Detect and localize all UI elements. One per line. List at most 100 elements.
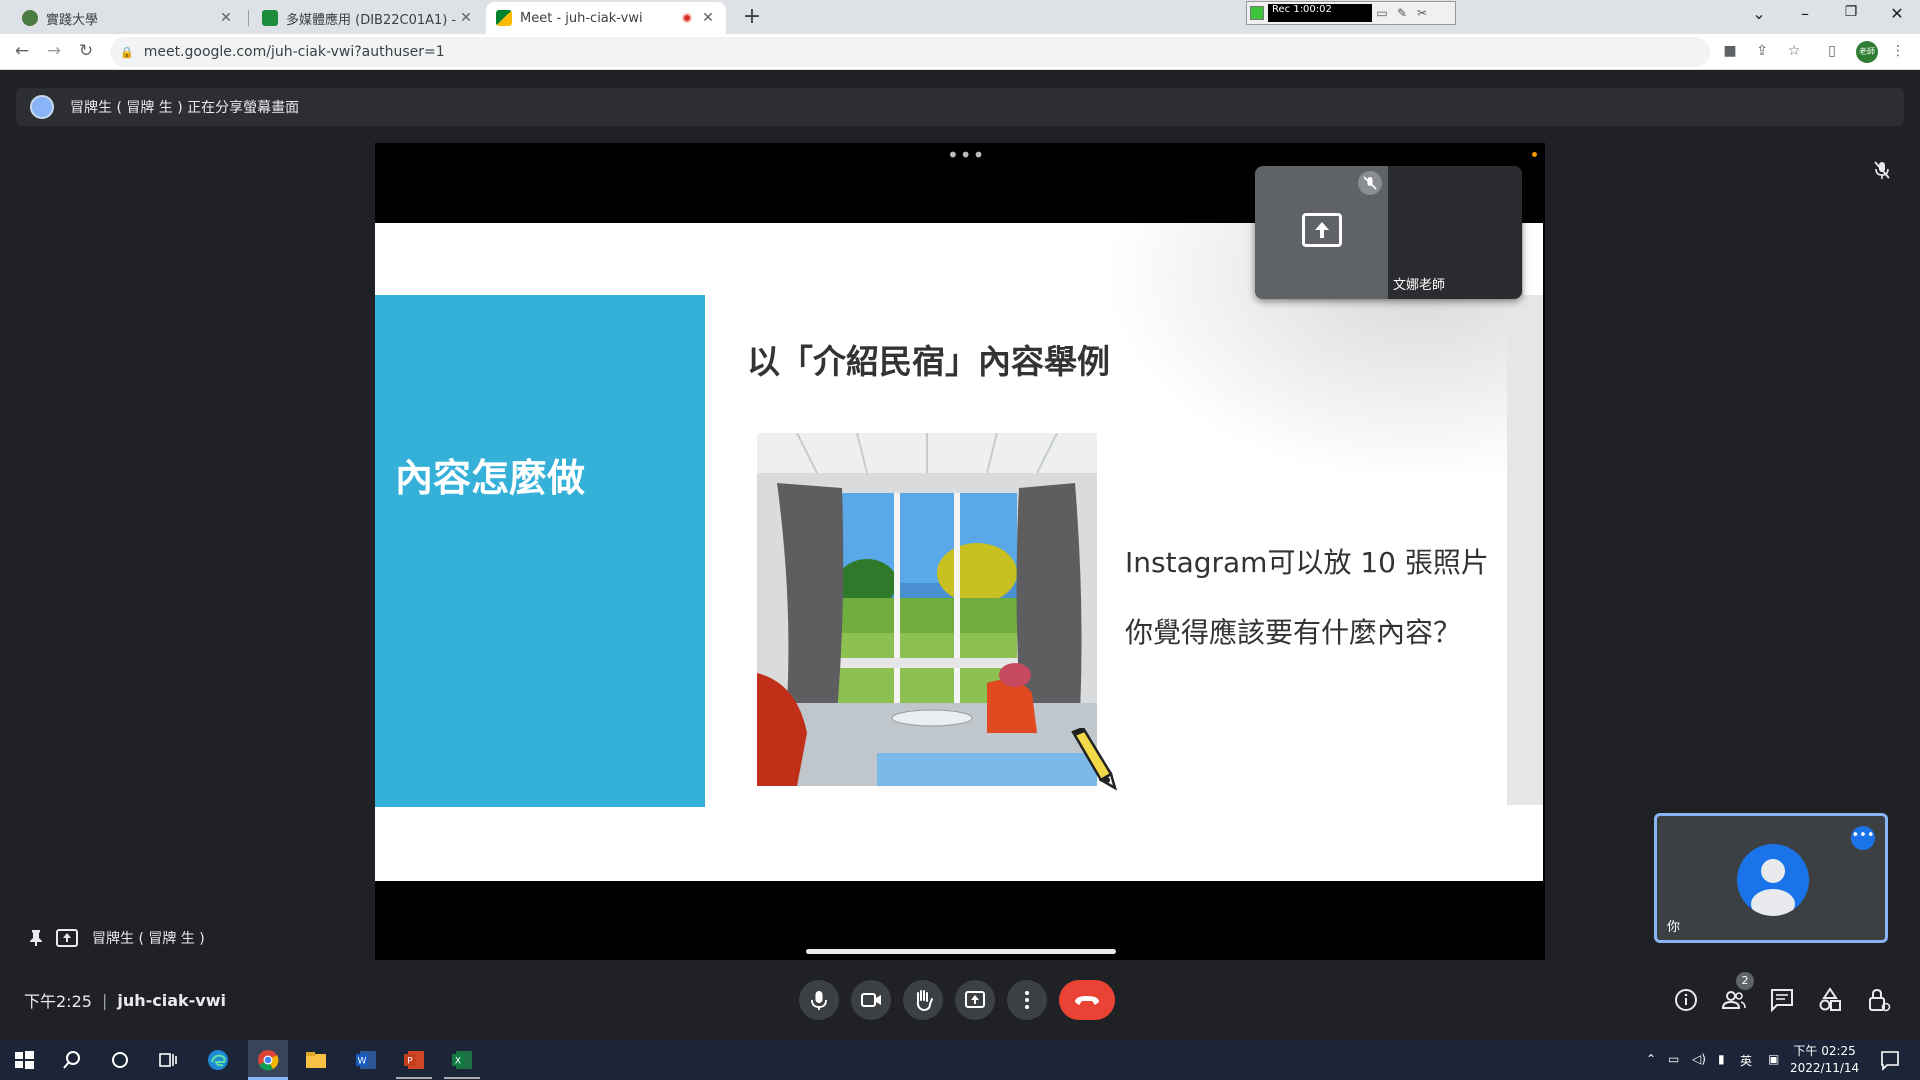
file-explorer-icon[interactable] (304, 1048, 328, 1072)
more-options-button[interactable] (1007, 980, 1047, 1020)
tab-course[interactable]: 多媒體應用 (DIB22C01A1) - 實踐 ✕ (252, 2, 484, 34)
chrome-icon[interactable] (256, 1048, 280, 1072)
pin-icon[interactable] (28, 929, 44, 947)
slide-line-2: 你覺得應該要有什麼內容？ (1125, 616, 1462, 649)
mic-icon (811, 991, 827, 1010)
pencil-cursor-icon (1071, 728, 1118, 791)
excel-icon[interactable]: X (450, 1048, 474, 1072)
new-tab-button[interactable]: + (738, 4, 766, 29)
tab-title: 多媒體應用 (DIB22C01A1) - 實踐 (286, 12, 458, 28)
participants-count-badge: 2 (1736, 972, 1754, 990)
present-screen-icon (1302, 213, 1342, 247)
edge-icon[interactable] (206, 1048, 230, 1072)
screen-recorder-widget: Rec 1:00:02 ▭ ✎ ✂ (1246, 1, 1456, 25)
meet-favicon-icon (496, 10, 512, 26)
school-favicon-icon (22, 10, 38, 26)
minimize-button[interactable]: – (1782, 4, 1828, 23)
clock-time: 下午 02:25 (1793, 1044, 1856, 1058)
close-tab-icon[interactable]: ✕ (458, 10, 474, 26)
meeting-code: juh-ciak-vwi (117, 990, 226, 1010)
back-arrow-icon[interactable]: ← (10, 41, 34, 61)
mic-off-icon (1358, 171, 1382, 195)
tab-shih-chien[interactable]: 實踐大學 ✕ (12, 2, 244, 34)
side-panel-icon[interactable]: ▯ (1822, 43, 1842, 59)
tab-meet[interactable]: Meet - juh-ciak-vwi ✕ (486, 2, 726, 34)
close-tab-icon[interactable]: ✕ (218, 10, 234, 26)
network-icon[interactable]: ▭ (1668, 1052, 1679, 1066)
screen: 實踐大學 ✕ 多媒體應用 (DIB22C01A1) - 實踐 ✕ Meet - … (0, 0, 1920, 1080)
slide-title: 以「介紹民宿」內容舉例 (747, 342, 1110, 381)
host-controls-lock-icon[interactable] (1864, 986, 1892, 1014)
clock-date: 2022/11/14 (1790, 1061, 1860, 1075)
forward-arrow-icon[interactable]: → (42, 41, 66, 61)
powerpoint-icon[interactable]: P (402, 1048, 426, 1072)
microphone-tray-icon[interactable]: ▮ (1718, 1052, 1725, 1066)
ime-mode-icon[interactable]: ▣ (1768, 1052, 1779, 1066)
close-tab-icon[interactable]: ✕ (700, 10, 716, 26)
word-icon[interactable]: W (354, 1048, 378, 1072)
people-icon[interactable] (1720, 986, 1748, 1014)
activities-icon[interactable] (1816, 986, 1844, 1014)
hand-icon (916, 990, 933, 1012)
recorder-status-icon (1250, 6, 1264, 20)
screen-share-icon (56, 929, 78, 947)
address-bar[interactable]: 🔒 meet.google.com/juh-ciak-vwi?authuser=… (110, 37, 1710, 67)
presenter-avatar (30, 95, 54, 119)
self-view-more-button[interactable]: ••• (1851, 826, 1875, 850)
more-options-icon[interactable]: ••• (947, 143, 985, 167)
tray-chevron-icon[interactable]: ⌃ (1646, 1052, 1656, 1066)
lock-icon[interactable]: 🔒 (120, 46, 134, 59)
profile-avatar[interactable]: 老師 (1856, 41, 1878, 63)
ime-indicator[interactable]: 英 (1740, 1052, 1752, 1069)
recorder-cut-icon[interactable]: ✂ (1412, 6, 1432, 20)
close-window-button[interactable]: ✕ (1874, 4, 1920, 23)
stage-scroll-indicator[interactable] (806, 949, 1116, 954)
presenter-name: 冒牌生 ( 冒牌 生 ) (92, 931, 205, 947)
search-icon[interactable] (60, 1048, 84, 1072)
slide-side-bar (1507, 295, 1543, 805)
recorder-monitor-icon[interactable]: ▭ (1372, 6, 1392, 20)
presenter-label: 冒牌生 ( 冒牌 生 ) (28, 928, 205, 948)
mic-button[interactable] (799, 980, 839, 1020)
share-page-icon[interactable]: ⇪ (1752, 43, 1772, 59)
mic-off-icon (1874, 161, 1890, 179)
camera-button[interactable] (851, 980, 891, 1020)
reload-icon[interactable]: ↻ (74, 41, 98, 61)
tab-search-chevron-icon[interactable]: ⌄ (1736, 4, 1782, 23)
meeting-details: 下午2:25 | juh-ciak-vwi (24, 988, 226, 1012)
participant-tile[interactable]: 文娜老師 (1255, 166, 1522, 299)
chat-icon[interactable] (1768, 986, 1796, 1014)
restore-button[interactable]: ❐ (1828, 4, 1874, 20)
participant-name: 文娜老師 (1393, 278, 1446, 293)
raise-hand-button[interactable] (903, 980, 943, 1020)
browser-tab-strip: 實踐大學 ✕ 多媒體應用 (DIB22C01A1) - 實踐 ✕ Meet - … (0, 0, 1920, 34)
slide-section-title: 內容怎麼做 (395, 456, 586, 500)
classroom-favicon-icon (262, 10, 278, 26)
browser-toolbar: ← → ↻ 🔒 meet.google.com/juh-ciak-vwi?aut… (0, 34, 1920, 70)
browser-menu-icon[interactable]: ⋮ (1888, 43, 1908, 59)
recorder-time: Rec 1:00:02 (1268, 4, 1372, 22)
tab-divider (248, 10, 249, 26)
svg-text:X: X (455, 1057, 461, 1067)
recording-indicator-icon (682, 13, 692, 23)
windows-taskbar: W P X ⌃ ▭ ◁) ▮ 英 ▣ 下午 02:25 2022/11/14 (0, 1040, 1920, 1080)
cortana-icon[interactable] (108, 1048, 132, 1072)
volume-icon[interactable]: ◁) (1692, 1052, 1706, 1066)
camera-in-use-icon[interactable]: ■ (1720, 43, 1740, 59)
taskbar-clock[interactable]: 下午 02:25 2022/11/14 (1790, 1043, 1859, 1077)
leave-call-button[interactable] (1059, 980, 1115, 1020)
activity-dot (1532, 152, 1537, 157)
bookmark-star-icon[interactable]: ☆ (1784, 43, 1804, 59)
task-view-icon[interactable] (156, 1048, 180, 1072)
svg-text:P: P (407, 1057, 413, 1067)
windows-start-icon[interactable] (12, 1048, 36, 1072)
meeting-info-icon[interactable] (1672, 986, 1700, 1014)
running-app-underline (396, 1077, 432, 1079)
recorder-pen-icon[interactable]: ✎ (1392, 6, 1412, 20)
tab-title: Meet - juh-ciak-vwi (520, 10, 643, 26)
hang-up-icon (1075, 996, 1099, 1005)
user-avatar-icon (1737, 844, 1809, 916)
notification-icon[interactable] (1878, 1048, 1902, 1072)
self-view-tile[interactable]: ••• 你 (1654, 813, 1888, 943)
present-now-button[interactable] (955, 980, 995, 1020)
